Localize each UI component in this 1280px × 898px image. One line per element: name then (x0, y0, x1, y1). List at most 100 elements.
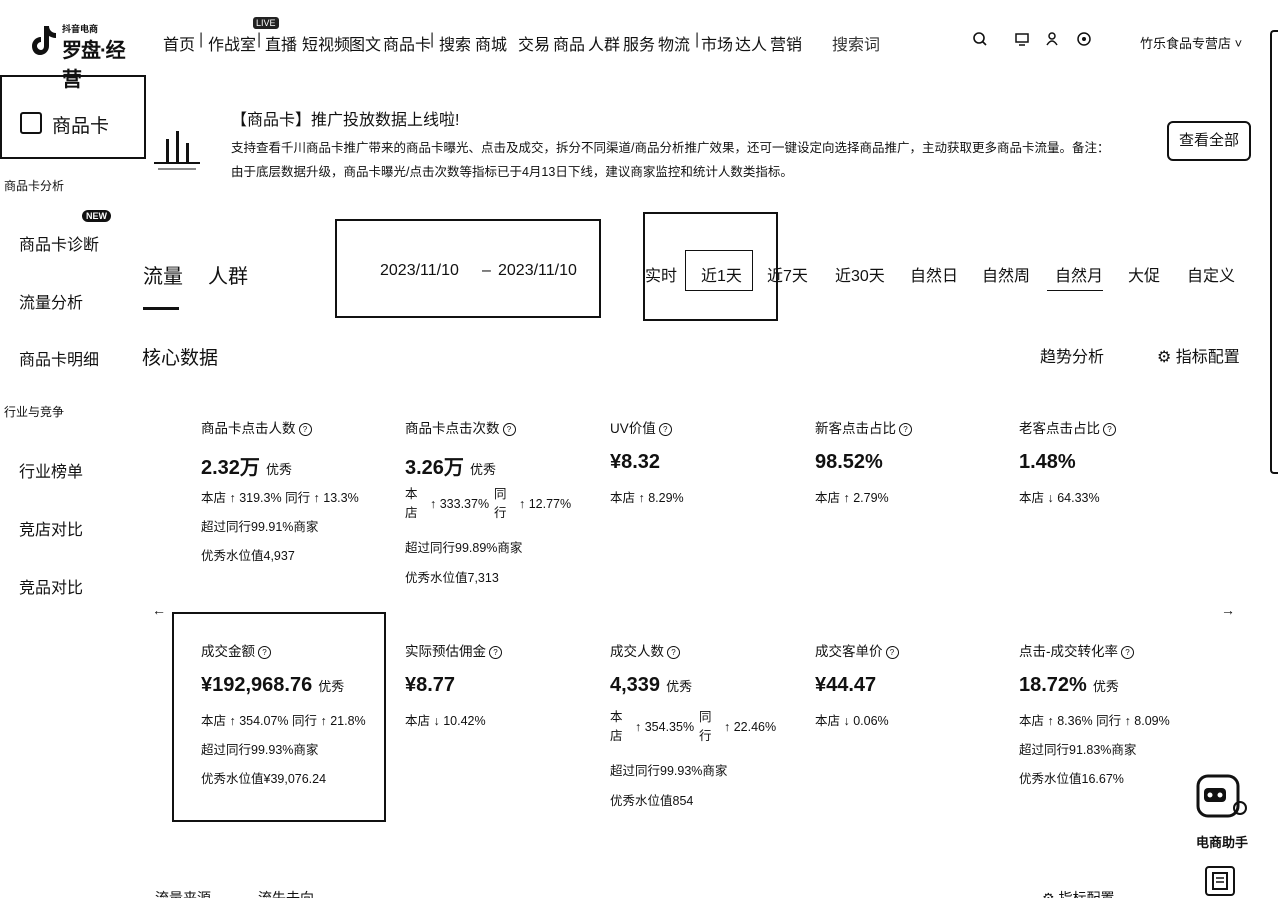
banner-chart-illustration (154, 131, 200, 170)
help-icon[interactable]: ? (1121, 646, 1134, 659)
page: 抖音电商 罗盘·经营 首页 | 作战室 | LIVE 直播 短视频 图文 商品卡… (0, 0, 1280, 898)
nav-product-card[interactable]: 商品卡 (383, 31, 431, 55)
trend-analysis-button[interactable]: 趋势分析 (1040, 343, 1104, 367)
help-icon[interactable]: ? (502, 423, 516, 436)
metric-value: ¥44.47 (815, 674, 877, 696)
metric-card-click-users[interactable]: 商品卡点击人数? 2.32万 优秀 本店 ↑ 319.3% 同行 ↑ 13.3% … (201, 417, 401, 563)
nav-marketing[interactable]: 营销 (770, 31, 802, 55)
search-input[interactable]: 搜索词 (832, 31, 880, 55)
scrollbar[interactable] (1270, 30, 1278, 474)
metric-peer-rank: 超过同行99.93%商家 (610, 764, 728, 778)
sidebar-item-detail[interactable]: 商品卡明细 (19, 346, 99, 370)
metric-card-uv-value[interactable]: UV价值? ¥8.32 本店 ↑ 8.29% (610, 417, 810, 505)
logo[interactable]: 抖音电商 罗盘·经营 (30, 18, 140, 91)
document-icon[interactable] (1205, 866, 1235, 896)
metric-card-gmv[interactable]: 成交金额? ¥192,968.76 优秀 本店 ↑ 354.07% 同行 ↑ 21… (201, 640, 401, 786)
sidebar-group-competition: 行业与竞争 (4, 405, 65, 419)
range-1-day[interactable]: 近1天 (701, 262, 742, 286)
range-promotion[interactable]: 大促 (1128, 262, 1160, 286)
metric-value: 4,339 优秀 (610, 674, 693, 696)
metric-change: 本店 ↓ 0.06% (815, 714, 889, 728)
date-start-input[interactable]: 2023/11/10 (380, 262, 459, 280)
metric-card-avg-order[interactable]: 成交客单价? ¥44.47 本店 ↓ 0.06% (815, 640, 1015, 728)
help-icon[interactable]: ? (1103, 423, 1116, 436)
metric-name: UV价值? (610, 417, 810, 437)
sidebar-item-traffic[interactable]: 流量分析 (19, 289, 83, 313)
metric-name: 成交客单价? (815, 640, 1015, 660)
active-tab-indicator (143, 307, 179, 310)
range-natural-month[interactable]: 自然月 (1055, 262, 1103, 286)
range-natural-week[interactable]: 自然周 (982, 262, 1030, 286)
nav-service[interactable]: 服务 (623, 31, 655, 55)
help-icon[interactable] (1076, 31, 1092, 52)
metric-excellent-level: 优秀水位值7,313 (405, 571, 499, 585)
sidebar-item-shop-compare[interactable]: 竞店对比 (19, 516, 83, 540)
assistant-label[interactable]: 电商助手 (1196, 832, 1249, 851)
message-icon[interactable] (1014, 31, 1030, 52)
view-all-button[interactable]: 查看全部 (1167, 121, 1251, 161)
bottom-metric-config-button[interactable]: ⚙ 指标配置 (1042, 888, 1114, 898)
sidebar-title: 商品卡 (52, 116, 110, 137)
metric-peer-rank: 超过同行99.91%商家 (201, 520, 319, 534)
metric-config-button[interactable]: ⚙ 指标配置 (1157, 343, 1240, 367)
nav-market[interactable]: 市场 (701, 31, 733, 55)
nav-product[interactable]: 商品 (553, 31, 585, 55)
metric-peer-change: ↑ 22.46% (724, 720, 777, 734)
nav-influencer[interactable]: 达人 (735, 31, 767, 55)
help-icon[interactable]: ? (489, 646, 502, 659)
help-icon[interactable]: ? (258, 646, 271, 659)
metric-card-conversion-rate[interactable]: 点击-成交转化率? 18.72% 优秀 本店 ↑ 8.36% 同行 ↑ 8.09%… (1019, 640, 1219, 786)
metric-value: ¥192,968.76 优秀 (201, 674, 345, 696)
help-icon[interactable]: ? (658, 423, 672, 436)
range-7-days[interactable]: 近7天 (767, 262, 808, 286)
metric-name: 点击-成交转化率? (1019, 640, 1219, 660)
metric-card-new-customer-ratio[interactable]: 新客点击占比? 98.52% 本店 ↑ 2.79% (815, 417, 1015, 505)
tab-traffic[interactable]: 流量 (143, 260, 183, 289)
metric-value: 2.32万 优秀 (201, 457, 292, 479)
metric-peer-label: 同行 (699, 710, 712, 743)
metric-name: 商品卡点击人数? (201, 417, 401, 437)
nav-trade[interactable]: 交易 (518, 31, 550, 55)
help-icon[interactable]: ? (667, 646, 680, 659)
live-badge: LIVE (253, 17, 279, 29)
nav-crowd[interactable]: 人群 (588, 31, 620, 55)
metric-card-commission[interactable]: 实际预估佣金? ¥8.77 本店 ↓ 10.42% (405, 640, 605, 728)
nav-war-room[interactable]: 作战室 (208, 31, 256, 55)
metric-name: 成交金额? (201, 640, 401, 660)
range-30-days[interactable]: 近30天 (835, 262, 885, 286)
metric-name: 成交人数? (610, 640, 810, 660)
range-custom[interactable]: 自定义 (1187, 262, 1235, 286)
nav-search[interactable]: 搜索 (439, 31, 471, 55)
sidebar-item-product-compare[interactable]: 竞品对比 (19, 574, 83, 598)
help-icon[interactable]: ? (298, 423, 312, 436)
search-icon[interactable] (972, 31, 988, 52)
metric-card-old-customer-ratio[interactable]: 老客点击占比? 1.48% 本店 ↓ 64.33% (1019, 417, 1219, 505)
metric-value: ¥8.32 (610, 451, 661, 473)
nav-live[interactable]: 直播 (265, 31, 297, 55)
sidebar-item-diagnosis[interactable]: 商品卡诊断 (19, 231, 99, 255)
arrow-left-icon[interactable]: ← (152, 602, 166, 618)
metric-change: 本店 ↑ 8.29% (610, 491, 684, 505)
nav-short-video[interactable]: 短视频 (302, 31, 350, 55)
nav-image-text[interactable]: 图文 (349, 31, 381, 55)
metric-card-click-count[interactable]: 商品卡点击次数? 3.26万 优秀 本店 ↑ 333.37% 同行 ↑ 12.77… (405, 417, 605, 585)
nav-logistics[interactable]: 物流 (658, 31, 690, 55)
help-icon[interactable]: ? (885, 646, 899, 659)
date-end-input[interactable]: 2023/11/10 (498, 262, 577, 280)
user-icon[interactable] (1044, 31, 1060, 52)
tab-crowd[interactable]: 人群 (208, 260, 248, 289)
nav-home[interactable]: 首页 (163, 31, 195, 55)
nav-mall[interactable]: 商城 (475, 31, 507, 55)
metric-peer-rank: 超过同行99.93%商家 (201, 743, 319, 757)
help-icon[interactable]: ? (899, 423, 912, 436)
sidebar-item-industry-rank[interactable]: 行业榜单 (19, 458, 83, 482)
arrow-right-icon[interactable]: → (1221, 602, 1235, 618)
metric-change: 本店 ↑ 8.36% 同行 ↑ 8.09% (1019, 714, 1170, 728)
range-natural-day[interactable]: 自然日 (910, 262, 958, 286)
traffic-loss-tab[interactable]: 流失去向 (258, 888, 314, 898)
shop-switcher[interactable]: 竹乐食品专营店 ˅ (1140, 33, 1242, 52)
range-realtime[interactable]: 实时 (645, 262, 677, 286)
core-data-title: 核心数据 (142, 348, 219, 369)
metric-card-buyers[interactable]: 成交人数? 4,339 优秀 本店 ↑ 354.35% 同行 ↑ 22.46% 超… (610, 640, 810, 808)
sidebar-group-analysis: 商品卡分析 (4, 179, 65, 193)
